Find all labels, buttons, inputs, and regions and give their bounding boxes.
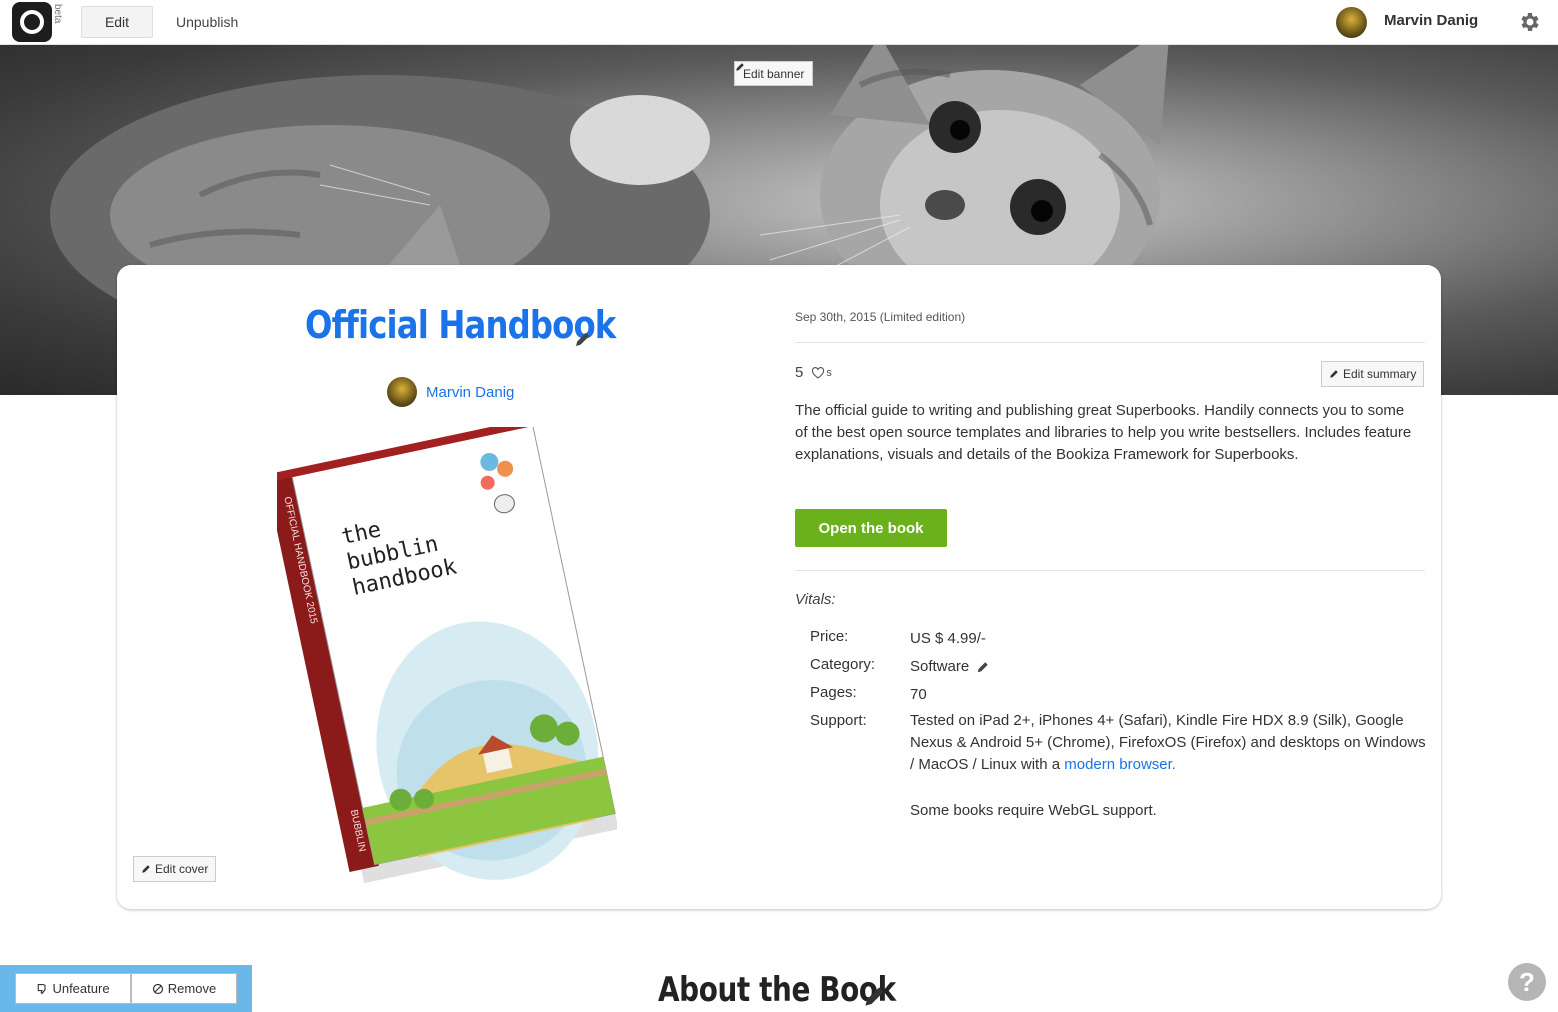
price-label: Price: bbox=[810, 628, 849, 645]
publish-date: Sep 30th, 2015 (Limited edition) bbox=[795, 310, 966, 324]
unfeature-label: Unfeature bbox=[52, 981, 110, 996]
support-value: Tested on iPad 2+, iPhones 4+ (Safari), … bbox=[910, 710, 1430, 776]
about-heading: About the Book bbox=[658, 970, 896, 1010]
edit-cover-label: Edit cover bbox=[155, 862, 209, 876]
user-name-link[interactable]: Marvin Danig bbox=[1384, 12, 1478, 29]
feature-actions-bar: Unfeature Remove bbox=[0, 965, 252, 1012]
edit-cover-button[interactable]: Edit cover bbox=[133, 856, 217, 882]
book-details-card: Official Handbook Marvin Danig the bubbl… bbox=[117, 265, 1441, 909]
category-row: Software bbox=[910, 656, 1430, 678]
edit-button[interactable]: Edit bbox=[81, 6, 153, 38]
user-avatar[interactable] bbox=[1336, 7, 1367, 38]
unfeature-button[interactable]: Unfeature bbox=[15, 973, 131, 1004]
author-link[interactable]: Marvin Danig bbox=[426, 384, 514, 401]
bubblin-logo[interactable] bbox=[12, 2, 52, 42]
remove-label: Remove bbox=[167, 981, 217, 996]
modern-browser-link[interactable]: modern browser. bbox=[1064, 756, 1176, 773]
ban-icon bbox=[152, 983, 163, 994]
price-value: US $ 4.99/- bbox=[910, 630, 986, 647]
author-avatar[interactable] bbox=[387, 377, 417, 407]
edit-category-pencil-icon[interactable] bbox=[977, 661, 989, 673]
beta-badge: beta bbox=[52, 4, 63, 24]
help-button[interactable]: ? bbox=[1508, 963, 1546, 1001]
divider bbox=[795, 342, 1425, 343]
settings-gear-icon[interactable] bbox=[1518, 10, 1542, 34]
pages-value: 70 bbox=[910, 686, 927, 703]
edit-about-pencil-icon[interactable] bbox=[864, 985, 886, 1007]
category-label: Category: bbox=[810, 656, 876, 673]
thumbs-down-icon bbox=[38, 983, 47, 994]
category-value: Software bbox=[910, 658, 970, 675]
book-title: Official Handbook bbox=[305, 303, 616, 347]
book-cover-image: the bubblin handbook OFFICIAL HANDBOOK 2… bbox=[277, 427, 617, 884]
pages-label: Pages: bbox=[810, 684, 857, 701]
open-book-button[interactable]: Open the book bbox=[795, 509, 947, 547]
divider bbox=[795, 570, 1425, 571]
unpublish-button[interactable]: Unpublish bbox=[166, 6, 248, 38]
book-summary: The official guide to writing and publis… bbox=[795, 402, 1412, 463]
support-label: Support: bbox=[810, 712, 867, 729]
edit-title-pencil-icon[interactable] bbox=[575, 331, 591, 347]
likes-counter[interactable]: 5 s bbox=[795, 364, 832, 381]
edit-summary-button[interactable]: Edit summary bbox=[1321, 361, 1425, 387]
remove-button[interactable]: Remove bbox=[131, 973, 237, 1004]
vitals-heading: Vitals: bbox=[795, 591, 836, 608]
webgl-note: Some books require WebGL support. bbox=[910, 802, 1157, 819]
pencil-icon bbox=[1330, 370, 1338, 378]
top-navigation-bar: beta Edit Unpublish Marvin Danig bbox=[0, 0, 1558, 45]
pencil-icon bbox=[736, 63, 744, 71]
edit-banner-label: Edit banner bbox=[743, 66, 805, 81]
edit-summary-label: Edit summary bbox=[1343, 367, 1417, 381]
pencil-icon bbox=[142, 865, 150, 873]
likes-suffix: s bbox=[826, 366, 832, 379]
edit-banner-button[interactable]: Edit banner bbox=[734, 61, 814, 86]
likes-count: 5 bbox=[795, 364, 804, 381]
heart-icon[interactable] bbox=[811, 366, 825, 379]
